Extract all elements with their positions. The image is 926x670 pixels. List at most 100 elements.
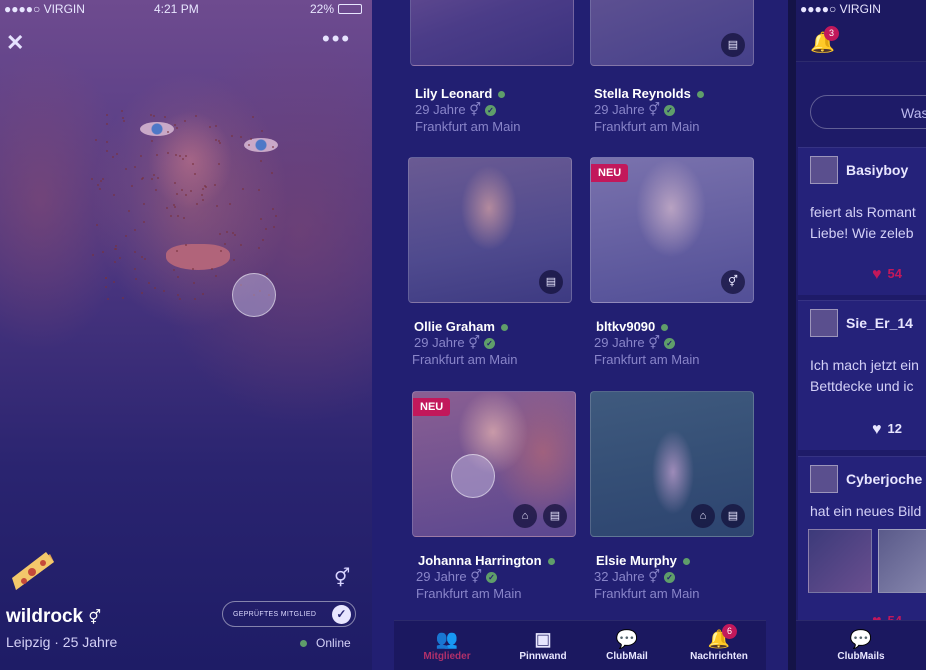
- feed-screen: ●●●●○ VIRGIN 🔔 3 Was Basiyboy feiert als…: [796, 0, 926, 670]
- feed-post[interactable]: Sie_Er_14 Ich mach jetzt ein Bettdecke u…: [798, 300, 926, 450]
- member-name[interactable]: bltkv9090: [596, 319, 669, 334]
- freckle: [173, 181, 176, 184]
- verified-member-badge[interactable]: GEPRÜFTES MITGLIED ✓: [222, 601, 356, 627]
- member-name[interactable]: Stella Reynolds: [594, 86, 704, 101]
- member-card-photo[interactable]: ▤: [408, 157, 572, 303]
- home-icon[interactable]: ⌂: [691, 504, 715, 528]
- search-pill[interactable]: Was: [810, 95, 926, 129]
- verified-icon: ✓: [483, 338, 495, 350]
- freckle: [124, 234, 127, 237]
- members-screen: ▤ Lily Leonard 29 Jahre ⚥ ✓ Frankfurt am …: [372, 0, 788, 670]
- freckle: [112, 280, 115, 283]
- freckle: [162, 289, 165, 292]
- clipboard-icon[interactable]: ▤: [721, 33, 745, 57]
- close-icon[interactable]: ✕: [6, 30, 24, 56]
- member-city: Frankfurt am Main: [594, 586, 700, 601]
- verified-icon: ✓: [485, 572, 497, 584]
- tab-messages[interactable]: 🔔 Nachrichten: [674, 627, 764, 662]
- freckle: [176, 215, 179, 218]
- photo-lips: [166, 244, 230, 270]
- member-age: 32 Jahre ⚥ ✓: [594, 569, 675, 585]
- more-dots-icon[interactable]: •••: [322, 26, 351, 52]
- post-image[interactable]: [878, 529, 926, 593]
- bell-icon: 🔔: [707, 629, 731, 649]
- freckle: [143, 202, 146, 205]
- gender-icon[interactable]: ⚥: [721, 270, 745, 294]
- tab-members[interactable]: 👥 Mitglieder: [402, 627, 492, 662]
- tab-board[interactable]: ▣ Pinnwand: [498, 627, 588, 662]
- member-card-photo[interactable]: ▤: [590, 0, 754, 66]
- pizza-icon: [12, 552, 54, 590]
- freckle: [149, 114, 152, 117]
- feed-post[interactable]: Basiyboy feiert als Romant Liebe! Wie ze…: [798, 147, 926, 295]
- avatar[interactable]: [810, 465, 838, 493]
- online-dot-icon: [696, 91, 704, 99]
- freckle: [210, 267, 213, 270]
- freckle: [140, 291, 143, 294]
- like-button[interactable]: ♥ 12: [872, 421, 902, 439]
- freckle: [215, 204, 218, 207]
- freckle: [101, 250, 104, 253]
- freckle: [259, 217, 262, 220]
- freckle: [178, 298, 181, 301]
- freckle: [105, 113, 108, 116]
- freckle: [176, 275, 179, 278]
- freckle: [183, 119, 186, 122]
- heart-icon: ♥: [872, 421, 882, 438]
- freckle: [156, 176, 159, 179]
- member-card-photo[interactable]: [410, 0, 574, 66]
- member-card-photo[interactable]: NEU ⚥: [590, 157, 754, 303]
- post-username[interactable]: Sie_Er_14: [846, 315, 913, 331]
- freckle: [134, 250, 137, 253]
- post-text: hat ein neues Bild: [810, 503, 922, 519]
- member-name[interactable]: Ollie Graham: [414, 319, 508, 334]
- freckle: [272, 225, 275, 228]
- freckle: [113, 260, 116, 263]
- online-dot-icon: [500, 324, 508, 332]
- freckle: [193, 172, 196, 175]
- carrier-label: ●●●●○ VIRGIN: [800, 2, 881, 16]
- tab-clubmails[interactable]: 💬 ClubMails: [816, 627, 906, 662]
- member-card-photo[interactable]: ⌂ ▤: [590, 391, 754, 537]
- verified-icon: ✓: [663, 105, 675, 117]
- freckle: [166, 130, 169, 133]
- clipboard-icon[interactable]: ▤: [721, 504, 745, 528]
- clipboard-icon[interactable]: ▤: [543, 504, 567, 528]
- verified-icon: ✓: [663, 338, 675, 350]
- battery-icon: [338, 4, 362, 14]
- freckle: [154, 286, 157, 289]
- post-text: feiert als Romant: [810, 204, 916, 220]
- profile-location-age: Leipzig · 25 Jahre: [6, 634, 118, 650]
- online-dot-icon: [661, 324, 669, 332]
- member-name[interactable]: Elsie Murphy: [596, 553, 690, 568]
- member-city: Frankfurt am Main: [594, 119, 700, 134]
- freckle: [180, 188, 183, 191]
- member-card-photo[interactable]: NEU ⌂ ▤: [412, 391, 576, 537]
- new-badge: NEU: [591, 164, 629, 182]
- home-icon[interactable]: ⌂: [513, 504, 537, 528]
- feed-post[interactable]: Cyberjoche hat ein neues Bild ♥54: [798, 456, 926, 630]
- freckle: [218, 142, 221, 145]
- member-name[interactable]: Lily Leonard: [415, 86, 506, 101]
- new-badge: NEU: [413, 398, 451, 416]
- freckle: [102, 177, 105, 180]
- freckle: [251, 115, 254, 118]
- verified-icon: ✓: [663, 572, 675, 584]
- post-image[interactable]: [808, 529, 872, 593]
- tab-clubmail[interactable]: 💬 ClubMail: [582, 627, 672, 662]
- member-name[interactable]: Johanna Harrington: [418, 553, 555, 568]
- freckle: [250, 137, 253, 140]
- freckle: [271, 145, 274, 148]
- freckle: [175, 127, 178, 130]
- like-button[interactable]: ♥54: [872, 266, 902, 284]
- avatar[interactable]: [810, 156, 838, 184]
- post-username[interactable]: Cyberjoche: [846, 471, 922, 487]
- clipboard-icon[interactable]: ▤: [539, 270, 563, 294]
- verified-icon: ✓: [484, 105, 496, 117]
- avatar[interactable]: [810, 309, 838, 337]
- member-age: 29 Jahre ⚥ ✓: [414, 335, 495, 351]
- post-username[interactable]: Basiyboy: [846, 162, 908, 178]
- profile-username: wildrock ⚥: [6, 606, 101, 627]
- members-icon: 👥: [435, 629, 459, 649]
- freckle: [96, 183, 99, 186]
